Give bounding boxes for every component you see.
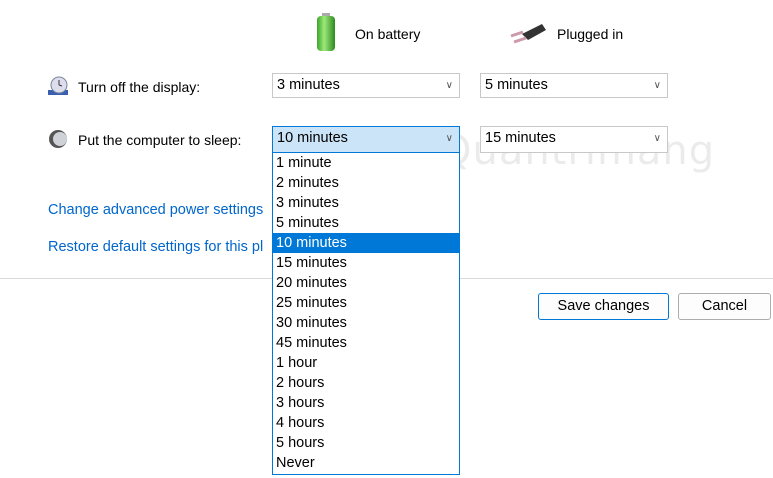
select-value: 10 minutes xyxy=(277,130,348,146)
sleep-dropdown-list[interactable]: 1 minute 2 minutes 3 minutes 5 minutes 10 mi… xyxy=(272,152,460,475)
select-value: 3 minutes xyxy=(277,77,340,93)
dropdown-option[interactable]: 1 hour xyxy=(273,353,459,373)
chevron-down-icon: ∨ xyxy=(653,133,661,144)
display-label: Turn off the display: xyxy=(78,79,201,95)
battery-icon xyxy=(317,13,335,51)
dropdown-option[interactable]: 10 minutes xyxy=(273,233,459,253)
cancel-button[interactable]: Cancel xyxy=(678,293,771,320)
sleep-moon-icon xyxy=(49,130,67,148)
advanced-settings-link[interactable]: Change advanced power settings xyxy=(48,202,263,218)
dropdown-option[interactable]: 4 hours xyxy=(273,413,459,433)
dropdown-option[interactable]: 3 minutes xyxy=(273,193,459,213)
display-clock-icon xyxy=(48,76,68,95)
dropdown-option[interactable]: 2 hours xyxy=(273,373,459,393)
chevron-down-icon: ∨ xyxy=(445,133,453,144)
dropdown-option[interactable]: 20 minutes xyxy=(273,273,459,293)
chevron-down-icon: ∨ xyxy=(653,80,661,91)
dropdown-option[interactable]: 30 minutes xyxy=(273,313,459,333)
display-battery-select[interactable]: 3 minutes ∨ xyxy=(272,73,460,98)
dropdown-option[interactable]: 15 minutes xyxy=(273,253,459,273)
dropdown-option[interactable]: 2 minutes xyxy=(273,173,459,193)
plugged-in-header: Plugged in xyxy=(557,26,624,42)
sleep-plugged-select[interactable]: 15 minutes ∨ xyxy=(480,126,668,153)
chevron-down-icon: ∨ xyxy=(445,80,453,91)
restore-defaults-link[interactable]: Restore default settings for this pl xyxy=(48,239,263,255)
dropdown-option[interactable]: 45 minutes xyxy=(273,333,459,353)
save-changes-button[interactable]: Save changes xyxy=(538,293,669,320)
dropdown-option[interactable]: Never xyxy=(273,453,459,473)
dropdown-option[interactable]: 25 minutes xyxy=(273,293,459,313)
dropdown-option[interactable]: 3 hours xyxy=(273,393,459,413)
sleep-battery-select[interactable]: 10 minutes ∨ xyxy=(272,126,460,153)
select-value: 5 minutes xyxy=(485,77,548,93)
select-value: 15 minutes xyxy=(485,130,556,146)
power-plug-icon xyxy=(510,24,546,44)
display-plugged-select[interactable]: 5 minutes ∨ xyxy=(480,73,668,98)
dropdown-option[interactable]: 5 minutes xyxy=(273,213,459,233)
dropdown-option[interactable]: 5 hours xyxy=(273,433,459,453)
dropdown-option[interactable]: 1 minute xyxy=(273,153,459,173)
on-battery-header: On battery xyxy=(355,26,421,42)
sleep-label: Put the computer to sleep: xyxy=(78,132,242,148)
